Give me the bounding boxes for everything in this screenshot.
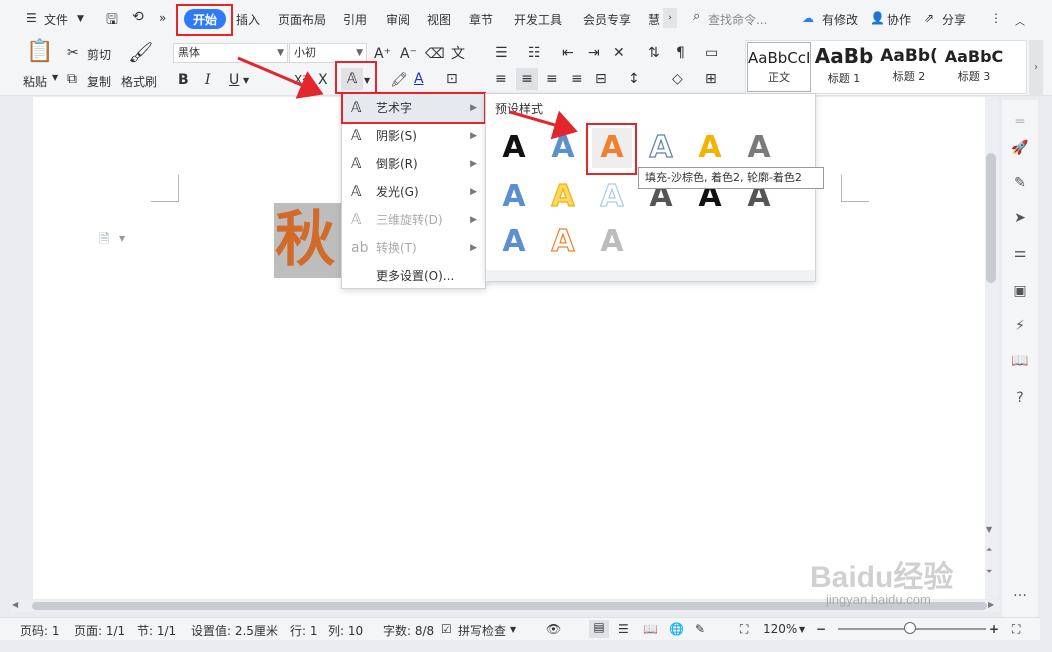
annotation-arrows bbox=[237, 56, 578, 140]
arrow-to-text-effect bbox=[237, 56, 324, 99]
arrow-to-preset bbox=[509, 110, 578, 140]
